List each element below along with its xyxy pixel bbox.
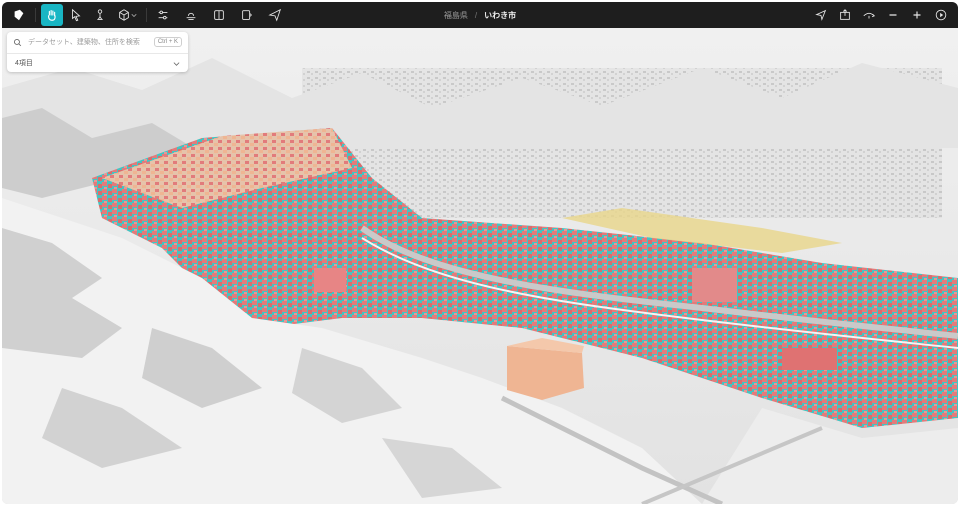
search-bar: Ctrl + K — [7, 32, 188, 54]
pedestrian-icon[interactable] — [89, 4, 111, 26]
logo-icon[interactable] — [8, 4, 30, 26]
search-shortcut-badge: Ctrl + K — [153, 37, 182, 47]
select-pointer-icon[interactable] — [65, 4, 87, 26]
orbit-icon[interactable] — [858, 4, 880, 26]
toolbar-divider — [35, 8, 36, 22]
app-window: 福島県 / いわき市 データセット、建築物、住所を検索 Ctrl + K 4項目 — [2, 2, 958, 504]
chevron-down-icon — [173, 61, 180, 66]
dataset-dropdown[interactable]: 4項目 — [7, 54, 188, 72]
search-icon — [13, 38, 22, 47]
share-icon[interactable] — [264, 4, 286, 26]
zoom-out-icon[interactable] — [882, 4, 904, 26]
zoom-in-icon[interactable] — [906, 4, 928, 26]
tall-building-3 — [782, 348, 837, 370]
locate-icon[interactable] — [810, 4, 832, 26]
export-icon[interactable] — [834, 4, 856, 26]
tall-building-1 — [692, 268, 737, 302]
breadcrumb-city[interactable]: いわき市 — [484, 10, 516, 21]
story-icon[interactable] — [236, 4, 258, 26]
chevron-down-icon — [131, 13, 137, 18]
dataset-count-label: 4項目 — [15, 60, 33, 67]
tall-building-2 — [314, 268, 346, 292]
map-3d-view[interactable] — [2, 28, 958, 504]
sun-horizon-icon[interactable] — [180, 4, 202, 26]
search-panel: Ctrl + K 4項目 — [7, 32, 188, 72]
play-icon[interactable] — [930, 4, 952, 26]
top-toolbar: 福島県 / いわき市 — [2, 2, 958, 28]
right-toolbar — [810, 4, 952, 26]
cube-icon[interactable] — [113, 4, 141, 26]
sliders-icon[interactable] — [152, 4, 174, 26]
split-view-icon[interactable] — [208, 4, 230, 26]
hand-icon[interactable] — [41, 4, 63, 26]
breadcrumb-separator: / — [474, 10, 478, 20]
search-input[interactable] — [26, 38, 146, 47]
toolbar-divider — [146, 8, 147, 22]
breadcrumb-prefecture[interactable]: 福島県 — [444, 10, 468, 21]
